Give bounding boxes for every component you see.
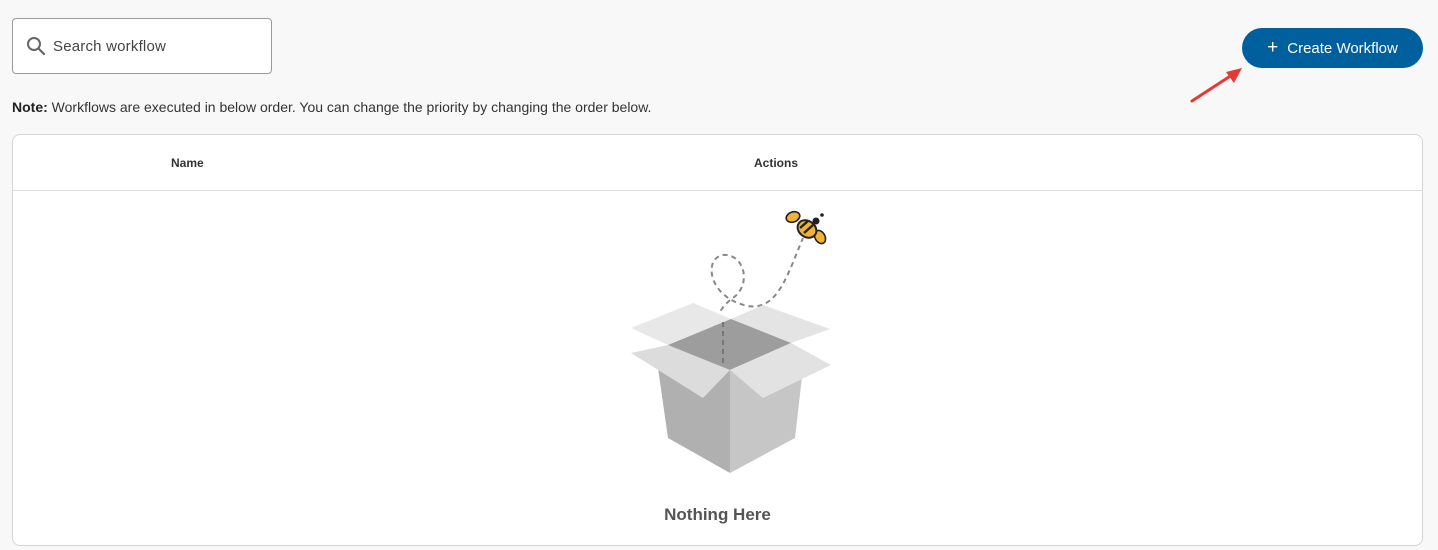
bee-icon xyxy=(785,210,827,245)
create-workflow-button[interactable]: + Create Workflow xyxy=(1242,28,1423,68)
empty-state-message: Nothing Here xyxy=(664,505,771,524)
annotation-arrow-icon xyxy=(1190,68,1242,103)
search-input[interactable] xyxy=(53,37,253,55)
note-prefix: Note: xyxy=(12,99,48,115)
table-header: Name Actions xyxy=(13,135,1422,191)
empty-state: Nothing Here xyxy=(13,191,1422,545)
create-workflow-label: Create Workflow xyxy=(1287,39,1398,57)
workflow-table: Name Actions Nothing Here xyxy=(12,134,1423,546)
column-header-name: Name xyxy=(171,156,204,170)
note-text: Note: Workflows are executed in below or… xyxy=(12,99,651,115)
search-icon xyxy=(25,35,47,57)
note-body: Workflows are executed in below order. Y… xyxy=(51,99,652,115)
empty-box-illustration xyxy=(631,210,831,473)
plus-icon: + xyxy=(1267,36,1279,58)
workflow-page: + Create Workflow Note: Workflows are ex… xyxy=(0,0,1438,550)
column-header-actions: Actions xyxy=(754,156,799,170)
search-box[interactable] xyxy=(12,18,272,74)
